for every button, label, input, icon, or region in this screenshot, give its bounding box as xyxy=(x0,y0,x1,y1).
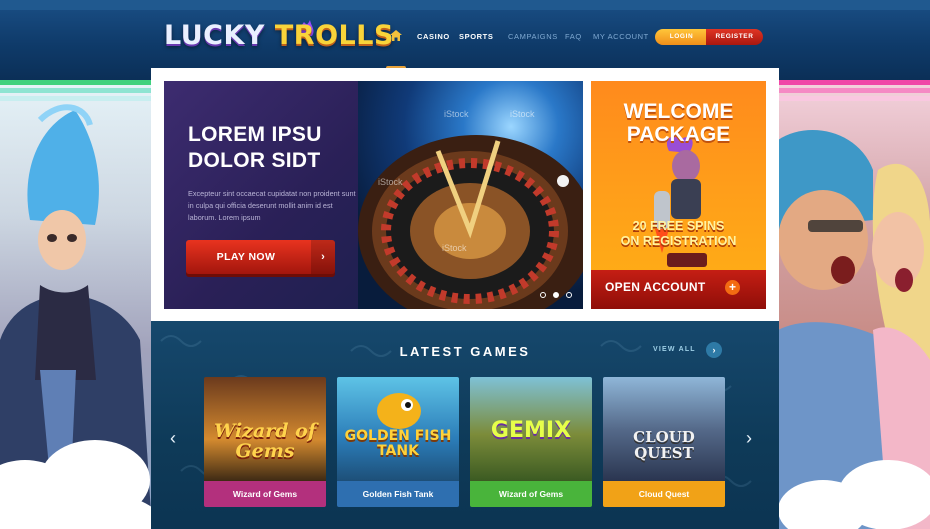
slider-dot[interactable] xyxy=(566,292,572,298)
open-account-label: OPEN ACCOUNT xyxy=(605,280,706,294)
open-account-button[interactable]: OPEN ACCOUNT + xyxy=(591,270,766,309)
promo-subtitle: 20 FREE SPINS ON REGISTRATION xyxy=(591,219,766,249)
game-card[interactable]: Wizard of Gems Wizard of Gems xyxy=(204,377,326,507)
roulette-image: iStock iStock iStock iStock xyxy=(358,81,594,327)
game-title[interactable]: Golden Fish Tank xyxy=(337,481,459,507)
promo-sub-line2: ON REGISTRATION xyxy=(620,234,737,248)
game-card[interactable]: GEMIX Wizard of Gems xyxy=(470,377,592,507)
chevron-right-icon[interactable]: › xyxy=(706,342,722,358)
nav-my-account[interactable]: MY ACCOUNT xyxy=(593,32,649,41)
watermark-text: iStock xyxy=(510,109,535,119)
register-button[interactable]: REGISTER xyxy=(706,29,763,45)
promo-title-line1: WELCOME xyxy=(623,100,734,123)
chevron-right-icon[interactable]: › xyxy=(746,428,752,449)
game-thumbnail[interactable]: Wizard of Gems xyxy=(204,377,326,481)
left-decor-panel xyxy=(0,80,152,529)
game-logo-text: CLOUD QUEST xyxy=(633,428,695,462)
nav-faq[interactable]: FAQ xyxy=(565,32,582,41)
roulette-wheel-illustration xyxy=(358,135,594,327)
nav-campaigns[interactable]: CAMPAIGNS xyxy=(508,32,558,41)
watermark-text: iStock xyxy=(442,243,467,253)
game-logo-text: GOLDEN FISH TANK xyxy=(344,428,452,459)
promo-title-line2: PACKAGE xyxy=(626,123,731,146)
play-now-label: PLAY NOW xyxy=(216,251,276,263)
right-decor-panel xyxy=(778,80,930,529)
hero-description: Excepteur sint occaecat cupidatat non pr… xyxy=(188,189,356,222)
game-title[interactable]: Wizard of Gems xyxy=(470,481,592,507)
plus-icon: + xyxy=(725,280,740,295)
watermark-text: iStock xyxy=(444,109,469,119)
hero-title: LOREM IPSU DOLOR SIDT xyxy=(188,123,322,172)
view-all-link[interactable]: VIEW ALL xyxy=(653,346,696,353)
promo-title: WELCOME PACKAGE xyxy=(591,100,766,146)
promo-sub-line1: 20 FREE SPINS xyxy=(632,219,725,233)
chevron-left-icon[interactable]: ‹ xyxy=(170,428,176,449)
primary-nav: CASINO SPORTS CAMPAIGNS FAQ MY ACCOUNT xyxy=(0,32,930,44)
watermark-text: iStock xyxy=(378,177,403,187)
game-card[interactable]: CLOUD QUEST Cloud Quest xyxy=(603,377,725,507)
slider-dot-active[interactable] xyxy=(553,292,559,298)
game-thumbnail[interactable]: GOLDEN FISH TANK xyxy=(337,377,459,481)
excited-couple-illustration xyxy=(778,130,930,529)
game-logo-text: Wizard of Gems xyxy=(213,420,317,462)
game-thumbnail[interactable]: GEMIX xyxy=(470,377,592,481)
game-thumbnail[interactable]: CLOUD QUEST xyxy=(603,377,725,481)
game-logo-text: GEMIX xyxy=(490,418,572,443)
game-card[interactable]: GOLDEN FISH TANK Golden Fish Tank xyxy=(337,377,459,507)
nav-sports[interactable]: SPORTS xyxy=(459,32,493,41)
chevron-right-icon[interactable]: › xyxy=(311,240,335,274)
game-title[interactable]: Cloud Quest xyxy=(603,481,725,507)
nav-casino[interactable]: CASINO xyxy=(417,32,450,41)
slider-dot[interactable] xyxy=(540,292,546,298)
game-title[interactable]: Wizard of Gems xyxy=(204,481,326,507)
login-button[interactable]: LOGIN xyxy=(655,29,708,45)
